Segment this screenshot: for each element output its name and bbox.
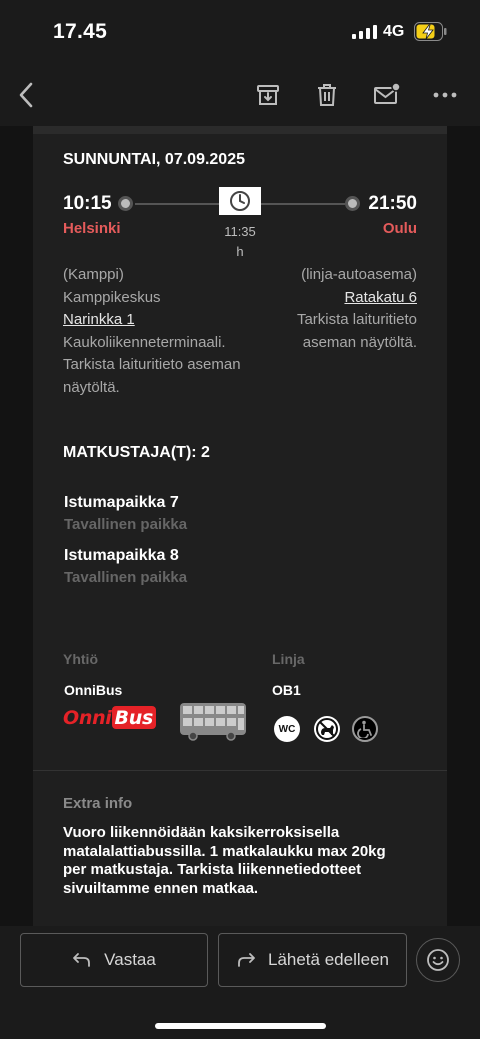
departure-platform-note: Kaukoliikenneterminaali. Tarkista laitur… (63, 333, 241, 396)
seat-type: Tavallinen paikka (64, 516, 188, 533)
passengers-title: MATKUSTAJA(T): 2 (63, 444, 210, 461)
extra-info-text: Vuoro liikennöidään kaksikerroksisella m… (63, 824, 386, 897)
clock-icon (219, 187, 261, 215)
back-icon[interactable] (10, 78, 44, 112)
arrival-dot-icon (345, 196, 360, 211)
forward-button[interactable]: Lähetä edelleen (218, 933, 407, 987)
battery-icon (414, 22, 447, 41)
archive-icon[interactable] (251, 78, 285, 112)
seat-name: Istumapaikka 8 (64, 547, 179, 564)
onnibus-logo: Onni Bus (63, 706, 156, 729)
reply-icon (73, 953, 91, 967)
reply-button[interactable]: Vastaa (20, 933, 208, 987)
arrival-city: Oulu (382, 220, 417, 237)
arrival-station-name: (linja-autoasema) (301, 266, 417, 283)
home-indicator[interactable] (155, 1023, 326, 1029)
forward-icon (238, 953, 255, 967)
departure-time: 10:15 (63, 193, 112, 214)
departure-station-name: Kamppikeskus (63, 288, 161, 306)
no-pets-icon (314, 716, 340, 742)
email-body: SUNNUNTAI, 07.09.2025 10:15 21:50 Helsin… (0, 126, 480, 926)
arrival-address-link[interactable]: Ratakatu 6 (344, 289, 417, 306)
duration-value: 11:35 (224, 224, 256, 239)
departure-city: Helsinki (63, 220, 121, 237)
duration-unit: h (236, 244, 244, 259)
double-decker-bus-icon (180, 703, 246, 741)
company-name: OnniBus (64, 682, 123, 698)
status-time: 17.45 (53, 20, 108, 43)
seat-type: Tavallinen paikka (64, 569, 188, 586)
card-top-edge (33, 126, 447, 134)
reply-label: Vastaa (104, 950, 156, 969)
mail-toolbar (0, 64, 480, 126)
trip-duration: 11:35 h (220, 222, 260, 262)
line-label: Linja (272, 651, 305, 667)
trash-icon[interactable] (310, 78, 344, 112)
departure-station-area: (Kamppi) (63, 266, 124, 283)
extra-info-title: Extra info (63, 795, 133, 812)
departure-dot-icon (118, 196, 133, 211)
trip-date: SUNNUNTAI, 07.09.2025 (63, 151, 245, 168)
mail-unread-icon[interactable] (369, 78, 403, 112)
arrival-address: (linja-autoasema) Ratakatu 6 Tarkista la… (247, 264, 417, 354)
departure-address: (Kamppi) Kamppikeskus Narinkka 1 Kaukoli… (63, 264, 268, 399)
seat-name: Istumapaikka 7 (64, 494, 179, 511)
company-label: Yhtiö (63, 651, 98, 667)
arrival-platform-note: Tarkista laituritieto aseman näytöltä. (296, 311, 417, 351)
forward-label: Lähetä edelleen (267, 950, 389, 969)
wheelchair-icon (352, 716, 378, 742)
wc-icon: WC (274, 716, 300, 742)
signal-icon (352, 25, 377, 39)
reply-bar: Vastaa Lähetä edelleen (0, 926, 480, 1039)
section-divider (33, 770, 447, 771)
departure-address-link[interactable]: Narinkka 1 (63, 311, 135, 328)
line-code: OB1 (272, 682, 301, 698)
smiley-icon (427, 949, 449, 971)
ticket-card: SUNNUNTAI, 07.09.2025 10:15 21:50 Helsin… (33, 126, 447, 926)
more-icon[interactable] (428, 78, 462, 112)
arrival-time: 21:50 (368, 193, 417, 214)
network-type: 4G (383, 23, 405, 40)
status-bar: 17.45 4G (0, 0, 480, 64)
emoji-reaction-button[interactable] (416, 938, 460, 982)
